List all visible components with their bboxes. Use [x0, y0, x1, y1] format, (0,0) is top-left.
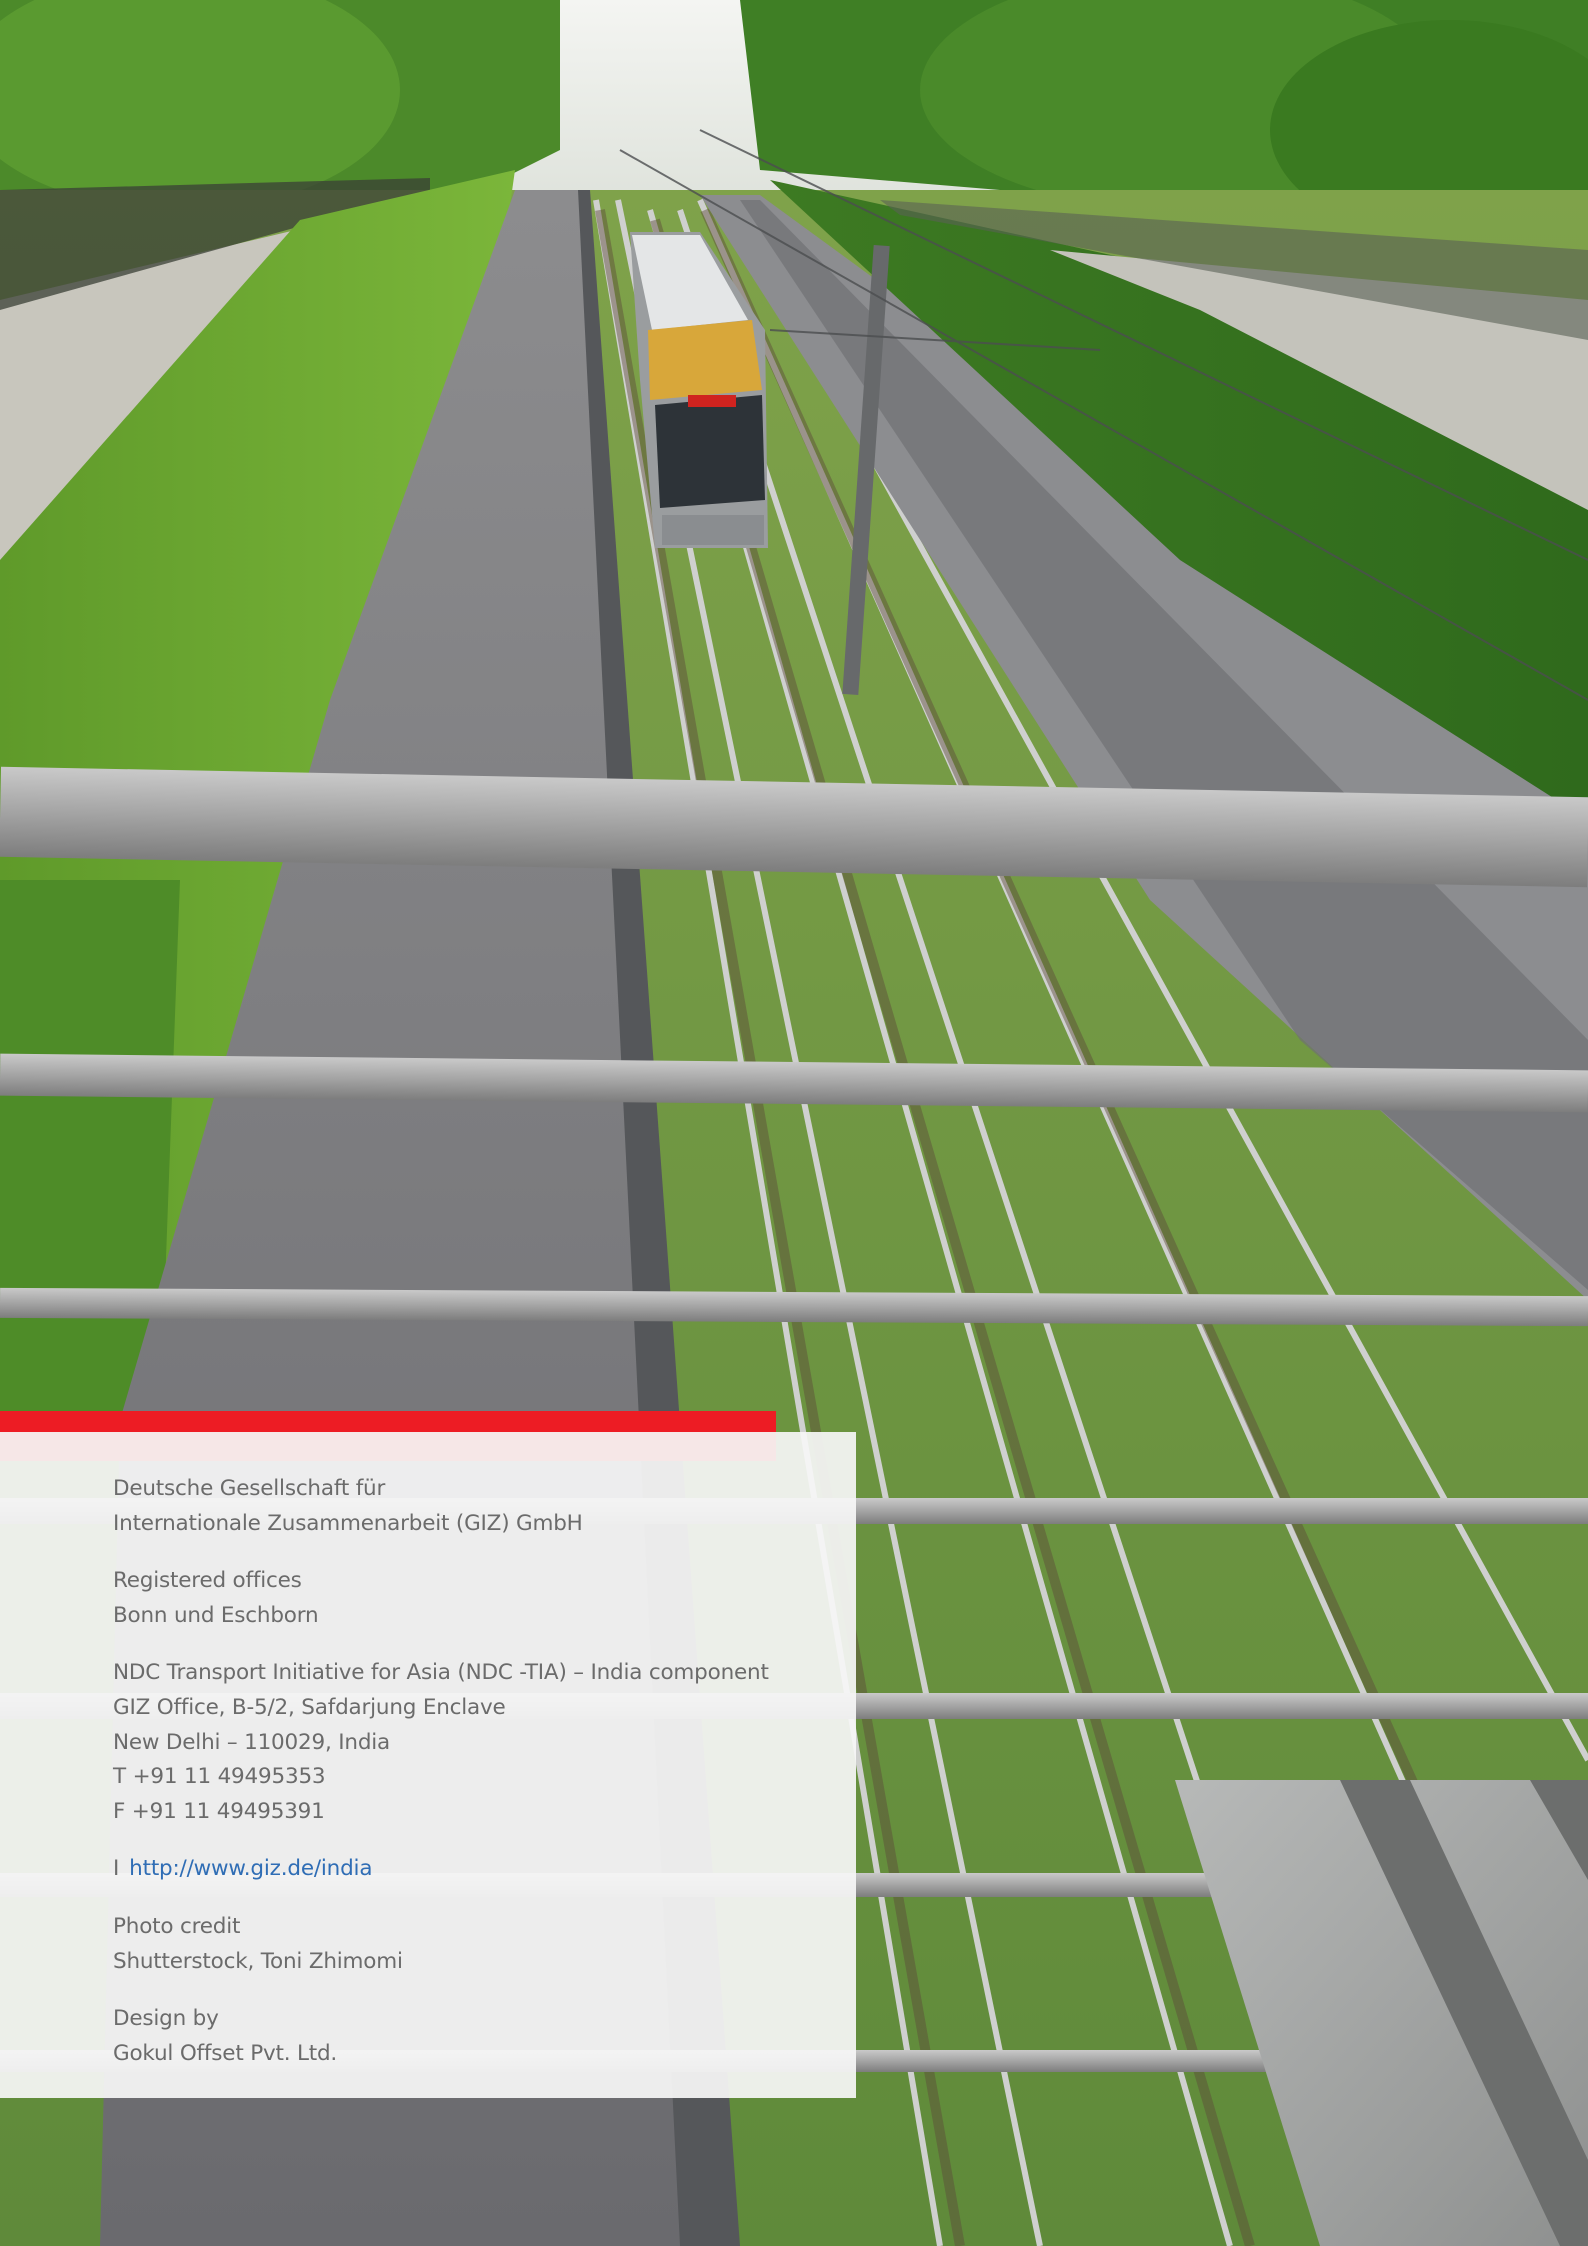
- website-link[interactable]: http://www.giz.de/india: [129, 1856, 372, 1881]
- photo-credit-value: Shutterstock, Toni Zhimomi: [113, 1948, 403, 1974]
- photo-credit-label: Photo credit: [113, 1913, 241, 1939]
- design-block: Design by Gokul Offset Pvt. Ltd.: [113, 2002, 843, 2071]
- web-prefix: I: [113, 1856, 120, 1882]
- publisher-block: Deutsche Gesellschaft für Internationale…: [113, 1472, 843, 1541]
- publisher-line-2: Internationale Zusammenarbeit (GIZ) GmbH: [113, 1510, 583, 1536]
- offices-value: Bonn und Eschborn: [113, 1602, 319, 1628]
- web-line: Ihttp://www.giz.de/india: [113, 1852, 843, 1887]
- offices-label: Registered offices: [113, 1568, 302, 1594]
- web-block: Ihttp://www.giz.de/india: [113, 1852, 843, 1887]
- address-line-1: NDC Transport Initiative for Asia (NDC -…: [113, 1660, 769, 1686]
- fax-number: F +91 11 49495391: [113, 1798, 325, 1824]
- address-block: NDC Transport Initiative for Asia (NDC -…: [113, 1656, 843, 1829]
- publisher-line-1: Deutsche Gesellschaft für: [113, 1476, 386, 1501]
- address-line-2: GIZ Office, B-5/2, Safdarjung Enclave: [113, 1694, 506, 1720]
- photo-credit-block: Photo credit Shutterstock, Toni Zhimomi: [113, 1910, 843, 1979]
- phone-number: T +91 11 49495353: [113, 1764, 326, 1790]
- offices-block: Registered offices Bonn und Eschborn: [113, 1564, 843, 1633]
- design-value: Gokul Offset Pvt. Ltd.: [113, 2040, 338, 2066]
- address-line-3: New Delhi – 110029, India: [113, 1729, 391, 1755]
- design-label: Design by: [113, 2006, 219, 2032]
- imprint-text: Deutsche Gesellschaft für Internationale…: [113, 1472, 843, 2094]
